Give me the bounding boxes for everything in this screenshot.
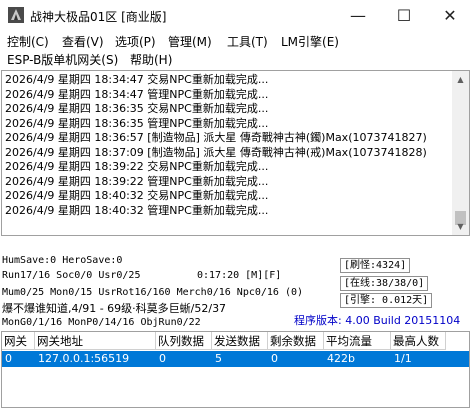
gateway-table[interactable]: 网关 网关地址 队列数据 发送数据 剩余数据 平均流量 最高人数 0 127.0…	[1, 331, 470, 408]
monster-count-badge: [刷怪:4324]	[340, 258, 411, 273]
scroll-up-icon[interactable]: ▲	[452, 71, 469, 88]
server-status-panel: HumSave:0 HeroSave:0 Run17/16 Soc0/0 Usr…	[0, 252, 473, 330]
minimize-icon: —	[350, 5, 366, 25]
log-line: 2026/4/9 星期四 18:39:22 交易NPC重新加载完成...	[5, 160, 269, 173]
monster-status: Mum0/25 Mon0/15 UsrRot16/160 Merch0/16 N…	[2, 287, 304, 298]
run-status: Run17/16 Soc0/0 Usr0/25	[2, 270, 141, 281]
scroll-down-icon[interactable]: ▼	[452, 218, 469, 235]
log-line: 2026/4/9 星期四 18:36:35 交易NPC重新加载完成...	[5, 102, 269, 115]
online-count-badge: [在线:38/38/0]	[340, 276, 429, 291]
menu-lm-engine[interactable]: LM引擎(E)	[281, 33, 339, 50]
log-line: 2026/4/9 星期四 18:34:47 管理NPC重新加载完成...	[5, 87, 269, 101]
log-line: 2026/4/9 星期四 18:39:22 管理NPC重新加载完成...	[5, 174, 269, 188]
close-button[interactable]: ✕	[427, 0, 473, 30]
table-cell: 1/1	[394, 352, 412, 365]
program-version: 程序版本: 4.00 Build 20151104	[294, 314, 461, 327]
column-header[interactable]: 网关	[2, 332, 35, 350]
menu-manage[interactable]: 管理(M)	[168, 33, 212, 50]
table-cell: 127.0.0.1:56519	[38, 352, 130, 365]
save-status: HumSave:0 HeroSave:0	[2, 255, 123, 266]
column-header[interactable]: 网关地址	[35, 332, 156, 350]
log-line: 2026/4/9 星期四 18:40:32 交易NPC重新加载完成...	[5, 189, 269, 202]
menu-tools[interactable]: 工具(T)	[227, 33, 268, 50]
menu-bar: 控制(C) 查看(V) 选项(P) 管理(M) 工具(T) LM引擎(E) ES…	[0, 30, 473, 68]
minimize-button[interactable]: —	[335, 0, 381, 30]
table-row[interactable]: 0 127.0.0.1:56519 0 5 0 422b 1/1	[2, 351, 469, 367]
uptime-timer: 0:17:20 [M][F]	[197, 270, 282, 281]
log-line: 2026/4/9 星期四 18:36:57 [制造物品] 派大星 傳奇戰神古神(…	[5, 131, 427, 144]
menu-esp-gateway[interactable]: ESP-B版单机网关(S)	[7, 51, 118, 68]
window-title: 战神大极品01区 [商业版]	[30, 10, 167, 24]
column-header[interactable]: 剩余数据	[268, 332, 324, 350]
maximize-button[interactable]: ☐	[381, 0, 427, 30]
table-cell: 0	[159, 352, 166, 365]
engine-time-badge: [引擎: 0.012天]	[340, 293, 433, 308]
map-status: 爆不爆谁知道,4/91 - 69级·科莫多巨蜥/52/37	[2, 302, 227, 315]
log-line: 2026/4/9 星期四 18:37:09 [制造物品] 派大星 傳奇戰神古神(…	[5, 145, 427, 159]
log-line: 2026/4/9 星期四 18:34:47 交易NPC重新加载完成...	[5, 73, 269, 86]
table-cell: 422b	[327, 352, 355, 365]
menu-help[interactable]: 帮助(H)	[130, 51, 172, 68]
title-bar: 战神大极品01区 [商业版] — ☐ ✕	[0, 0, 473, 30]
column-header[interactable]: 平均流量	[324, 332, 391, 350]
log-panel[interactable]: 2026/4/9 星期四 18:34:47 交易NPC重新加载完成... 202…	[1, 70, 470, 236]
maximize-icon: ☐	[396, 5, 412, 25]
object-status: MonG0/1/16 MonP0/14/16 ObjRun0/22	[2, 317, 201, 328]
column-header[interactable]: 发送数据	[212, 332, 268, 350]
column-header[interactable]: 队列数据	[156, 332, 212, 350]
log-scrollbar[interactable]: ▲ ▼	[452, 71, 469, 235]
menu-options[interactable]: 选项(P)	[115, 33, 156, 50]
table-cell: 0	[271, 352, 278, 365]
menu-control[interactable]: 控制(C)	[7, 33, 49, 50]
menu-view[interactable]: 查看(V)	[62, 33, 104, 50]
warrior-app-icon	[8, 7, 24, 23]
table-cell: 5	[215, 352, 222, 365]
close-icon: ✕	[443, 5, 457, 25]
table-cell: 0	[5, 352, 12, 365]
column-header[interactable]: 最高人数	[391, 332, 446, 350]
log-line: 2026/4/9 星期四 18:36:35 管理NPC重新加载完成...	[5, 116, 269, 130]
log-line: 2026/4/9 星期四 18:40:32 管理NPC重新加载完成...	[5, 203, 269, 217]
